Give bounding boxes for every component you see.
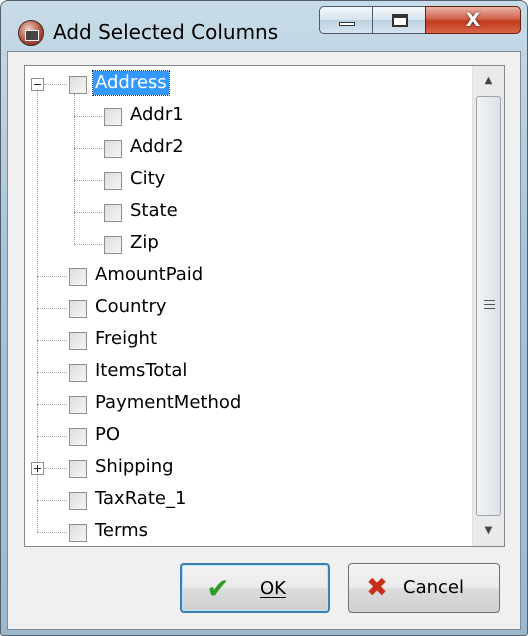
tree-child-item[interactable]: Addr2 bbox=[25, 132, 465, 164]
tree-line bbox=[74, 180, 102, 181]
tree-item[interactable]: ItemsTotal bbox=[25, 356, 465, 388]
tree-line bbox=[74, 212, 102, 213]
collapse-icon[interactable] bbox=[31, 78, 44, 91]
vertical-scrollbar[interactable]: ▲ ▼ bbox=[472, 66, 504, 546]
tree-item[interactable]: Freight bbox=[25, 324, 465, 356]
scroll-grip-icon bbox=[484, 300, 495, 309]
tree-child-item[interactable]: City bbox=[25, 164, 465, 196]
dialog-client-area: Address Addr1 Addr2 City State Zip AmountPaid C… bbox=[7, 51, 521, 630]
expand-icon[interactable] bbox=[31, 462, 44, 475]
maximize-icon bbox=[392, 14, 408, 27]
tree-line bbox=[74, 116, 102, 117]
tree-item[interactable]: Address bbox=[25, 68, 465, 100]
cancel-button[interactable]: ✖ Cancel bbox=[348, 563, 500, 613]
tree-item[interactable]: Terms bbox=[25, 516, 465, 546]
tree-item-label: AmountPaid bbox=[95, 264, 204, 285]
tree-line bbox=[37, 308, 67, 309]
tree-item-label: PO bbox=[95, 424, 121, 445]
scroll-down-arrow-icon[interactable]: ▼ bbox=[473, 516, 504, 546]
checkbox[interactable] bbox=[69, 364, 87, 382]
tree-item[interactable]: PO bbox=[25, 420, 465, 452]
checkbox[interactable] bbox=[69, 396, 87, 414]
minimize-icon bbox=[339, 22, 355, 26]
minimize-button[interactable] bbox=[319, 6, 373, 34]
checkbox[interactable] bbox=[69, 428, 87, 446]
tree-line bbox=[37, 500, 67, 501]
tree-item[interactable]: Country bbox=[25, 292, 465, 324]
title-bar[interactable]: Add Selected Columns X bbox=[1, 1, 527, 57]
close-icon: X bbox=[465, 9, 481, 31]
tree-item[interactable]: TaxRate_1 bbox=[25, 484, 465, 516]
scroll-thumb[interactable] bbox=[476, 96, 501, 516]
tree-line bbox=[74, 244, 102, 245]
maximize-button[interactable] bbox=[372, 6, 426, 34]
app-icon[interactable] bbox=[18, 20, 44, 46]
checkmark-icon: ✔ bbox=[206, 572, 230, 605]
tree-item-label: TaxRate_1 bbox=[95, 488, 187, 509]
tree-item-label: State bbox=[130, 200, 178, 221]
window-title: Add Selected Columns bbox=[53, 20, 279, 44]
scroll-up-arrow-icon[interactable]: ▲ bbox=[473, 66, 504, 96]
checkbox[interactable] bbox=[104, 204, 122, 222]
tree-line bbox=[37, 372, 67, 373]
ok-button[interactable]: ✔ OK bbox=[180, 563, 330, 613]
checkbox[interactable] bbox=[69, 492, 87, 510]
x-mark-icon: ✖ bbox=[366, 573, 388, 603]
tree-item-label: ItemsTotal bbox=[95, 360, 188, 381]
tree-item-label: PaymentMethod bbox=[95, 392, 242, 413]
tree-line bbox=[37, 436, 67, 437]
column-tree[interactable]: Address Addr1 Addr2 City State Zip AmountPaid C… bbox=[24, 65, 505, 547]
tree-item-label: Terms bbox=[95, 520, 149, 541]
tree-item-label: Shipping bbox=[95, 456, 174, 477]
dialog-window: Add Selected Columns X Address Addr1 Addr2… bbox=[0, 0, 528, 636]
tree-item-label: Address bbox=[92, 70, 170, 96]
checkbox[interactable] bbox=[104, 108, 122, 126]
tree-line bbox=[37, 276, 67, 277]
tree-line bbox=[37, 340, 67, 341]
checkbox[interactable] bbox=[69, 332, 87, 350]
cancel-button-label: Cancel bbox=[403, 577, 464, 598]
tree-line bbox=[37, 404, 67, 405]
checkbox[interactable] bbox=[69, 524, 87, 542]
checkbox[interactable] bbox=[69, 76, 87, 94]
checkbox[interactable] bbox=[69, 268, 87, 286]
tree-item-label: Freight bbox=[95, 328, 158, 349]
checkbox[interactable] bbox=[104, 172, 122, 190]
close-button[interactable]: X bbox=[425, 6, 521, 34]
tree-item-label: Addr1 bbox=[130, 104, 184, 125]
checkbox[interactable] bbox=[69, 300, 87, 318]
tree-item[interactable]: Shipping bbox=[25, 452, 465, 484]
tree-child-item[interactable]: Zip bbox=[25, 228, 465, 260]
checkbox[interactable] bbox=[104, 236, 122, 254]
tree-item-label: Country bbox=[95, 296, 167, 317]
tree-child-item[interactable]: State bbox=[25, 196, 465, 228]
tree-line bbox=[37, 532, 67, 533]
tree-line bbox=[74, 148, 102, 149]
tree-item[interactable]: AmountPaid bbox=[25, 260, 465, 292]
checkbox[interactable] bbox=[104, 140, 122, 158]
tree-child-item[interactable]: Addr1 bbox=[25, 100, 465, 132]
tree-item-label: City bbox=[130, 168, 166, 189]
tree-item[interactable]: PaymentMethod bbox=[25, 388, 465, 420]
tree-item-label: Zip bbox=[130, 232, 159, 253]
tree-item-label: Addr2 bbox=[130, 136, 184, 157]
checkbox[interactable] bbox=[69, 460, 87, 478]
ok-button-label: OK bbox=[260, 578, 286, 599]
